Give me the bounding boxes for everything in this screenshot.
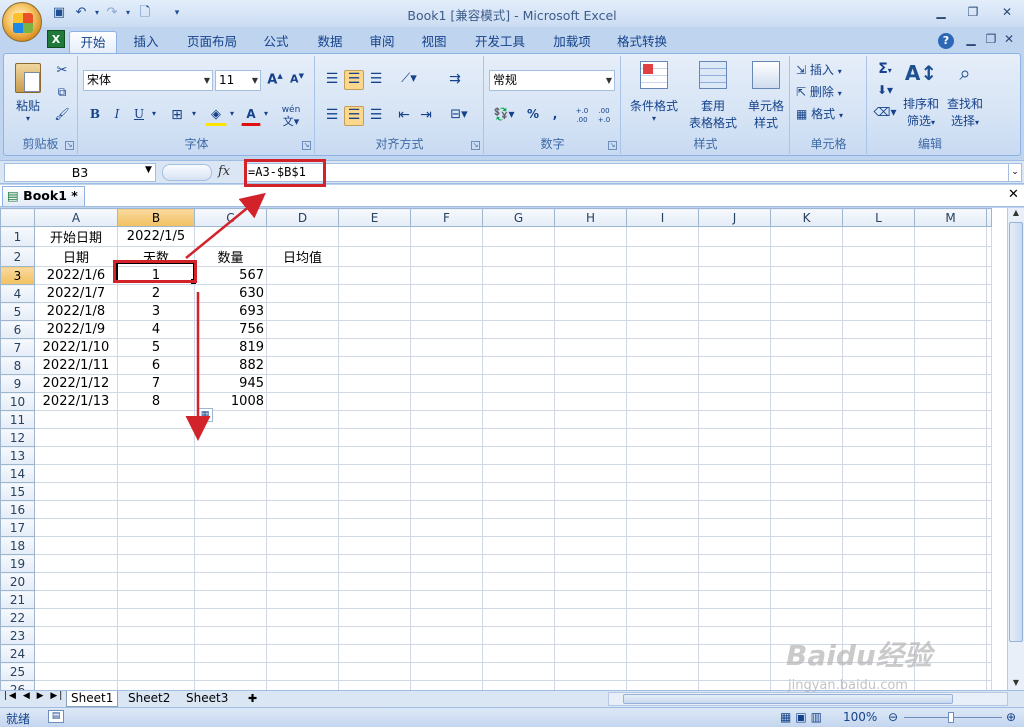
- arrow-to-formula: [185, 192, 266, 259]
- watermark-url: jingyan.baidu.com: [788, 678, 908, 693]
- office-button[interactable]: [2, 2, 42, 42]
- office-logo-icon: [13, 13, 33, 33]
- watermark-logo: Baidu经验: [786, 639, 932, 672]
- annotation-arrows: [185, 192, 266, 441]
